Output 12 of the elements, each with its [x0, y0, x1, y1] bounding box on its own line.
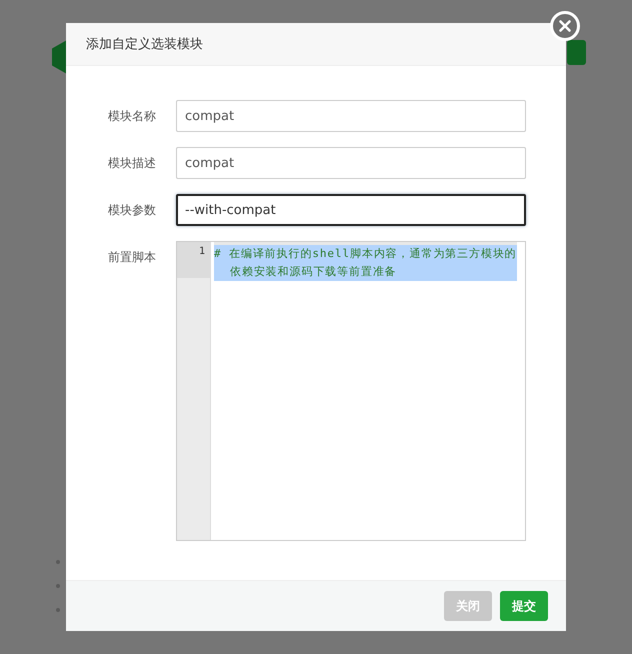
code-editor[interactable]: 1 # 在编译前执行的shell脚本内容，通常为第三方模块的依赖安装和源码下载等前置准备 [176, 241, 526, 541]
field-label: 模块参数 [108, 202, 157, 218]
input-field[interactable]: compat [176, 100, 526, 132]
code-comment: # 在编译前执行的shell脚本内容，通常为第三方模块的依赖安装和源码下载等前置准备 [214, 245, 517, 281]
close-icon[interactable] [550, 11, 580, 41]
line-number: 1 [177, 242, 210, 278]
input-field[interactable]: --with-compat [176, 194, 526, 226]
field-label: 模块描述 [108, 154, 157, 172]
input-field[interactable]: compat [176, 147, 526, 179]
dialog-title: 添加自定义选装模块 [86, 36, 203, 53]
field-label: 前置脚本 [108, 249, 157, 266]
field-label: 模块名称 [108, 108, 157, 124]
